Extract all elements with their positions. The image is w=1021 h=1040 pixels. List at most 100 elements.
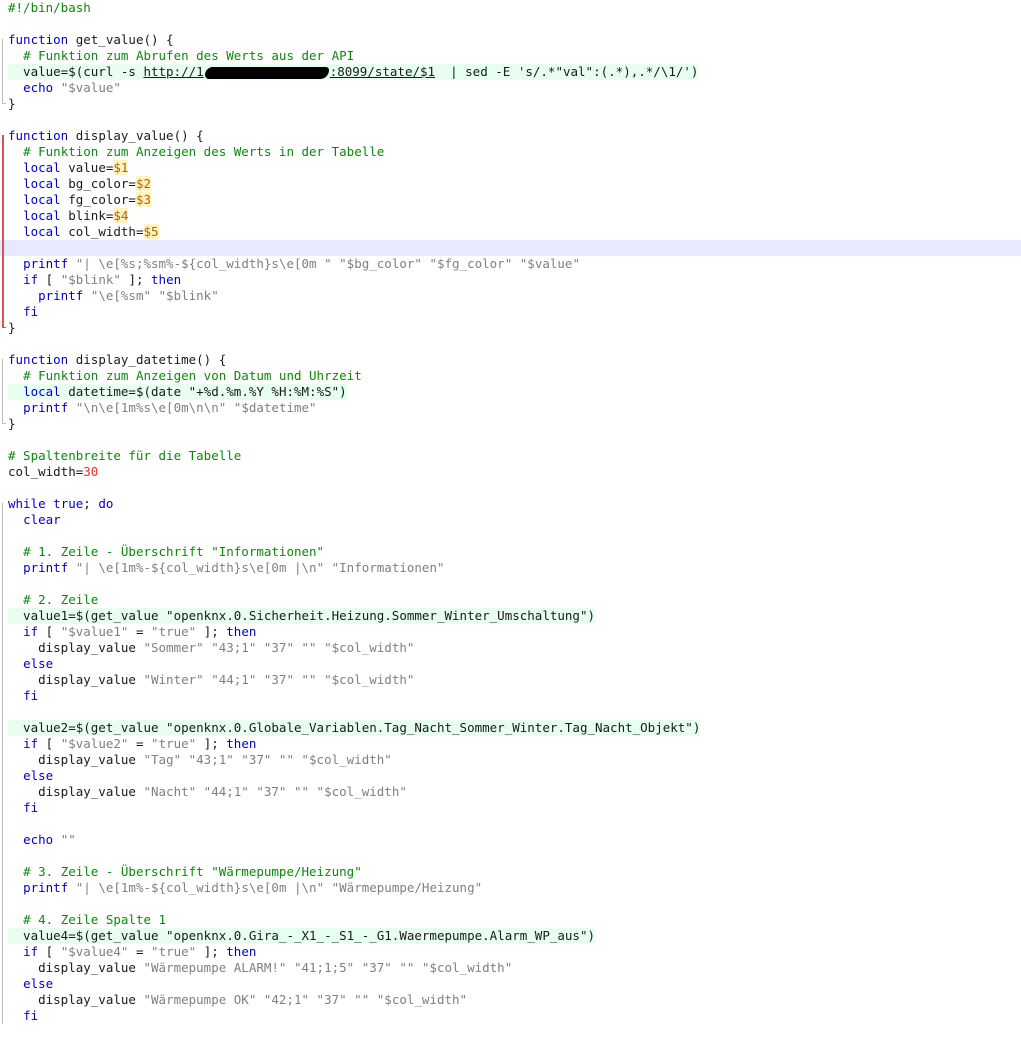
code-line[interactable]: # 4. Zeile Spalte 1 [0,912,1021,928]
code-line[interactable]: local col_width=$5 [0,224,1021,240]
code-line[interactable]: echo "" [0,832,1021,848]
code-line[interactable]: if [ "$blink" ]; then [0,272,1021,288]
code-line[interactable]: col_width=30 [0,464,1021,480]
code-line[interactable]: value2=$(get_value "openknx.0.Globale_Va… [0,720,1021,736]
code-line[interactable]: else [0,976,1021,992]
code-line[interactable]: display_value "Nacht" "44;1" "37" "" "$c… [0,784,1021,800]
code-line[interactable]: while true; do [0,496,1021,512]
fold-marker[interactable] [0,32,8,48]
code-line[interactable] [0,896,1021,912]
code-line[interactable] [0,816,1021,832]
fold-marker [0,368,8,384]
fold-marker [0,16,8,32]
code-line[interactable]: fi [0,800,1021,816]
code-line[interactable]: display_value "Wärmepumpe OK" "42;1" "37… [0,992,1021,1008]
code-line[interactable] [0,528,1021,544]
code-line[interactable]: if [ "$value1" = "true" ]; then [0,624,1021,640]
fold-marker [0,560,8,576]
code-line[interactable]: # Funktion zum Anzeigen von Datum und Uh… [0,368,1021,384]
fold-marker [0,784,8,800]
code-line[interactable]: fi [0,1008,1021,1024]
code-line[interactable]: if [ "$value2" = "true" ]; then [0,736,1021,752]
code-text: display_value "Winter" "44;1" "37" "" "$… [8,672,414,688]
code-line[interactable]: function get_value() { [0,32,1021,48]
code-line[interactable] [0,16,1021,32]
code-line[interactable]: else [0,656,1021,672]
code-line[interactable]: value4=$(get_value "openknx.0.Gira_-_X1_… [0,928,1021,944]
var-token: $3 [135,192,152,207]
code-line[interactable] [0,848,1021,864]
plain-token: get_value() { [68,32,174,47]
code-line[interactable]: #!/bin/bash [0,0,1021,16]
plain-token: value2=$(get_value "openknx.0.Globale_Va… [8,720,701,735]
string-token: "Sommer" "43;1" "37" "" "$col_width" [143,640,415,655]
code-line[interactable]: local bg_color=$2 [0,176,1021,192]
code-line[interactable]: fi [0,688,1021,704]
code-line[interactable]: value1=$(get_value "openknx.0.Sicherheit… [0,608,1021,624]
code-line[interactable]: printf "| \e[%s;%sm%-${col_width}s\e[0m … [0,256,1021,272]
code-line[interactable]: display_value "Tag" "43;1" "37" "" "$col… [0,752,1021,768]
code-text: function display_datetime() { [8,352,226,368]
code-line[interactable]: value=$(curl -s http://1:8099/state/$1 |… [0,64,1021,80]
code-line[interactable]: # 2. Zeile [0,592,1021,608]
code-line[interactable]: else [0,768,1021,784]
code-line[interactable] [0,576,1021,592]
code-line[interactable]: local datetime=$(date "+%d.%m.%Y %H:%M:%… [0,384,1021,400]
code-line[interactable]: display_value "Winter" "44;1" "37" "" "$… [0,672,1021,688]
code-line[interactable]: # Spaltenbreite für die Tabelle [0,448,1021,464]
fold-marker [0,656,8,672]
comment-token: # 3. Zeile - Überschrift "Wärmepumpe/Hei… [23,864,362,879]
code-line[interactable]: } [0,416,1021,432]
fold-marker[interactable] [0,128,8,144]
code-line[interactable]: display_value "Sommer" "43;1" "37" "" "$… [0,640,1021,656]
string-token: "| \e[1m%-${col_width}s\e[0m |\n" "Wärme… [75,880,483,895]
code-line[interactable] [0,336,1021,352]
code-line[interactable]: } [0,320,1021,336]
code-text: # 1. Zeile - Überschrift "Informationen" [8,544,324,560]
code-editor[interactable]: #!/bin/bash function get_value() { # Funk… [0,0,1021,1040]
fold-marker[interactable] [0,496,8,512]
code-line[interactable] [0,704,1021,720]
keyword-token: function [8,128,69,143]
code-line[interactable]: # Funktion zum Abrufen des Werts aus der… [0,48,1021,64]
code-text: display_value "Tag" "43;1" "37" "" "$col… [8,752,392,768]
code-text: #!/bin/bash [8,0,91,16]
keyword-token: printf [23,560,69,575]
code-line[interactable] [0,240,1021,256]
code-line[interactable] [0,480,1021,496]
code-line[interactable]: # 1. Zeile - Überschrift "Informationen" [0,544,1021,560]
code-text: if [ "$value4" = "true" ]; then [8,944,256,960]
code-line[interactable]: printf "| \e[1m%-${col_width}s\e[0m |\n"… [0,560,1021,576]
plain-token: = [128,736,152,751]
code-line[interactable]: echo "$value" [0,80,1021,96]
code-text: fi [8,1008,38,1024]
code-line[interactable]: local blink=$4 [0,208,1021,224]
code-line[interactable]: # 3. Zeile - Überschrift "Wärmepumpe/Hei… [0,864,1021,880]
code-line[interactable]: local value=$1 [0,160,1021,176]
fold-marker [0,0,8,16]
code-line[interactable]: local fg_color=$3 [0,192,1021,208]
keyword-token: while [8,496,46,511]
plain-token: display_datetime() { [68,352,227,367]
code-line[interactable]: function display_datetime() { [0,352,1021,368]
code-line[interactable]: } [0,96,1021,112]
keyword-token: fi [23,1008,39,1023]
code-line[interactable] [0,432,1021,448]
code-text: # Funktion zum Anzeigen von Datum und Uh… [8,368,362,384]
fold-marker[interactable] [0,352,8,368]
code-line[interactable] [0,112,1021,128]
code-line[interactable]: fi [0,304,1021,320]
code-text: if [ "$blink" ]; then [8,272,181,288]
code-line[interactable]: printf "\n\e[1m%s\e[0m\n\n" "$datetime" [0,400,1021,416]
code-line[interactable]: if [ "$value4" = "true" ]; then [0,944,1021,960]
code-line[interactable]: # Funktion zum Anzeigen des Werts in der… [0,144,1021,160]
code-line[interactable]: display_value "Wärmepumpe ALARM!" "41;1;… [0,960,1021,976]
code-line[interactable]: printf "\e[%sm" "$blink" [0,288,1021,304]
code-line[interactable]: function display_value() { [0,128,1021,144]
code-line[interactable]: printf "| \e[1m%-${col_width}s\e[0m |\n"… [0,880,1021,896]
code-line[interactable]: clear [0,512,1021,528]
